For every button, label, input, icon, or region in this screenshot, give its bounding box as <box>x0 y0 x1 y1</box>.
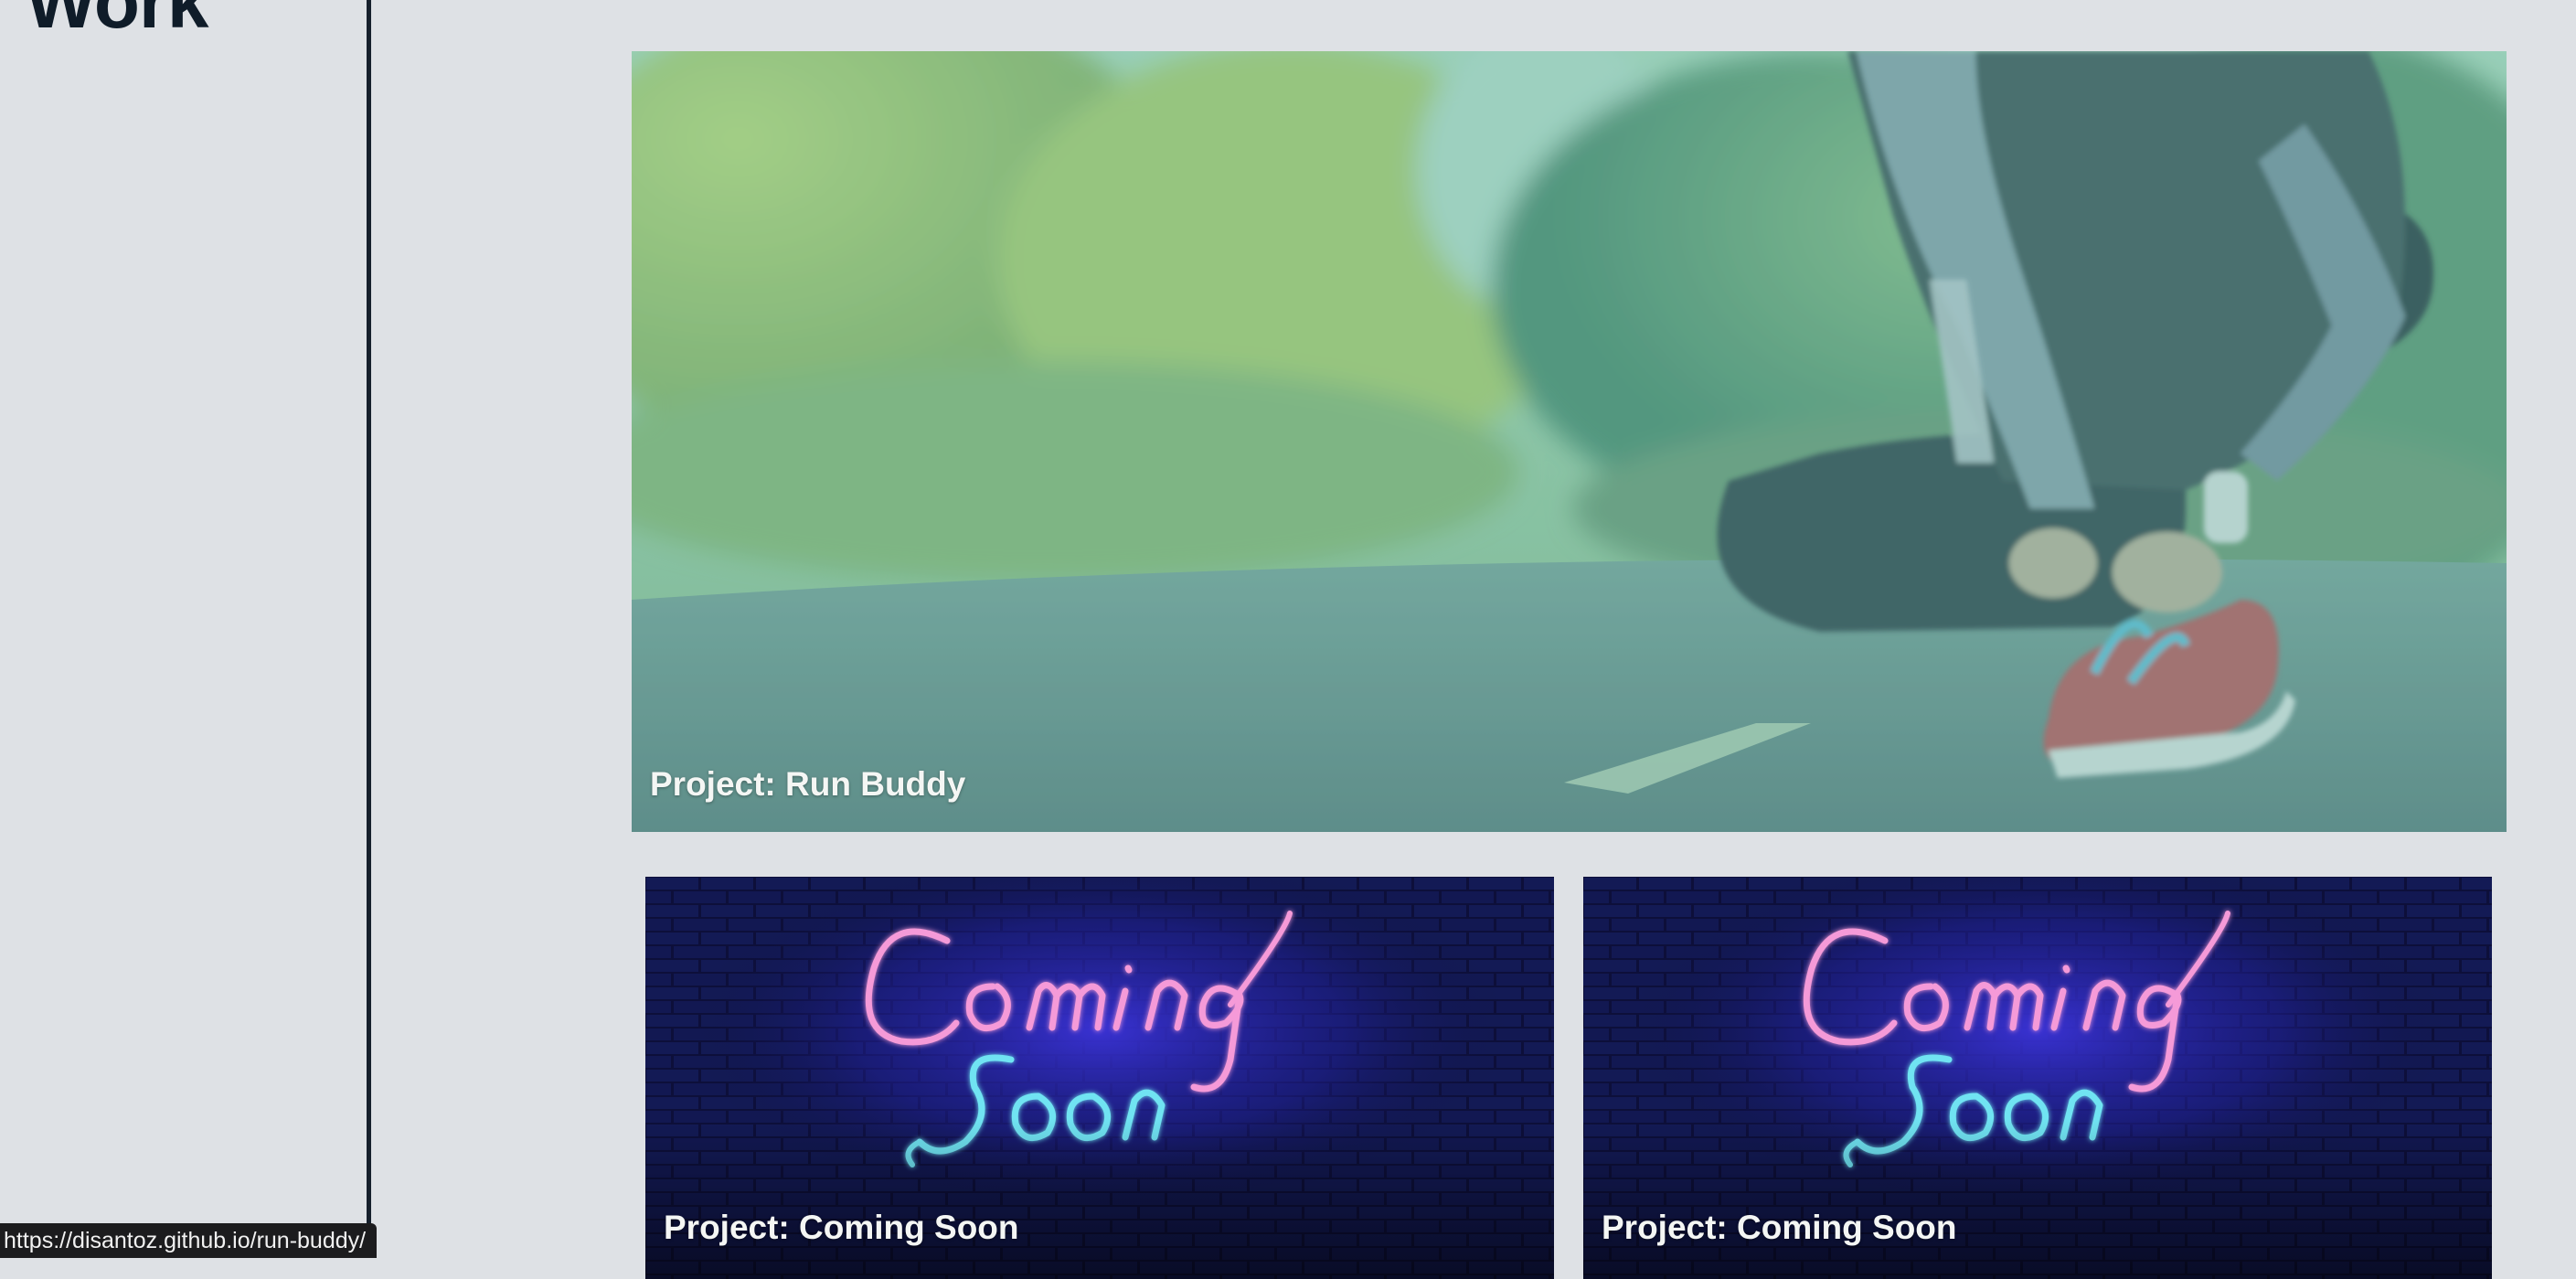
project-title: Project: Coming Soon <box>1602 1209 1957 1246</box>
project-title: Project: Coming Soon <box>664 1209 1019 1246</box>
project-card-coming-soon-2[interactable]: Project: Coming Soon <box>1583 877 2492 1279</box>
section-title: Work <box>26 0 209 44</box>
project-card-run-buddy[interactable]: Project: Run Buddy <box>632 51 2507 832</box>
runner-tying-shoe-image <box>632 51 2507 832</box>
project-title: Project: Run Buddy <box>650 765 966 803</box>
status-bar-url: https://disantoz.github.io/run-buddy/ <box>0 1223 378 1258</box>
vertical-divider <box>367 0 371 1258</box>
project-card-coming-soon-1[interactable]: Project: Coming Soon <box>645 877 1554 1279</box>
